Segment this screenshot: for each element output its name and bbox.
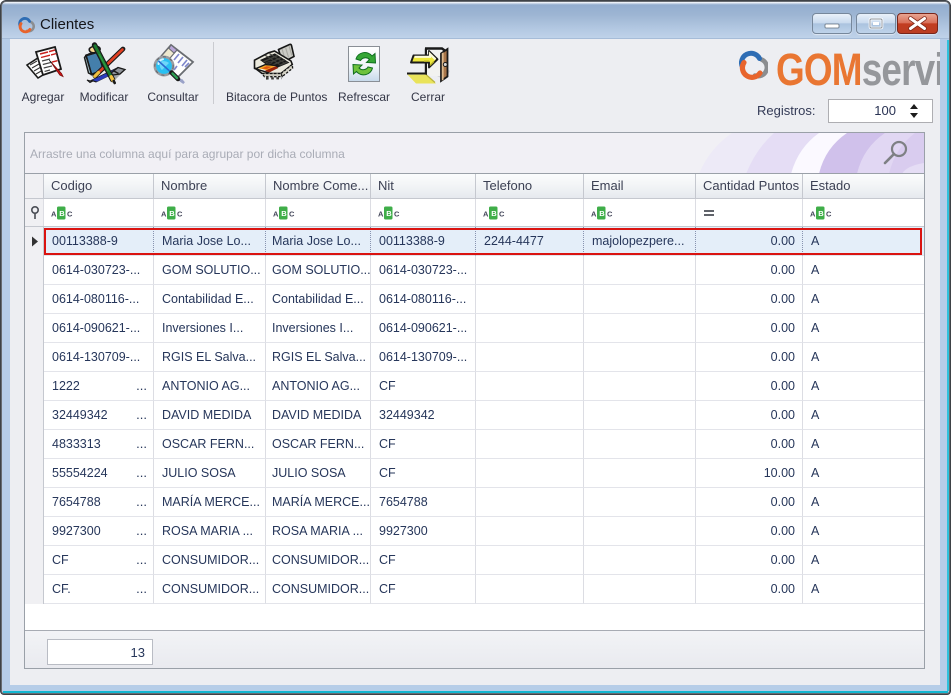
svg-text:A: A (483, 210, 489, 219)
svg-text:A: A (378, 210, 384, 219)
svg-text:C: C (67, 210, 73, 219)
svg-text:C: C (826, 210, 832, 219)
svg-text:A: A (273, 210, 279, 219)
svg-text:A: A (591, 210, 597, 219)
svg-text:C: C (289, 210, 295, 219)
svg-text:C: C (499, 210, 505, 219)
svg-text:B: B (59, 209, 65, 218)
svg-text:C: C (607, 210, 613, 219)
svg-text:B: B (386, 209, 392, 218)
svg-text:B: B (281, 209, 287, 218)
svg-text:A: A (51, 210, 57, 219)
svg-text:B: B (169, 209, 175, 218)
svg-text:B: B (818, 209, 824, 218)
svg-text:C: C (394, 210, 400, 219)
svg-text:C: C (177, 210, 183, 219)
svg-text:B: B (599, 209, 605, 218)
svg-text:A: A (161, 210, 167, 219)
svg-text:B: B (491, 209, 497, 218)
svg-text:A: A (810, 210, 816, 219)
